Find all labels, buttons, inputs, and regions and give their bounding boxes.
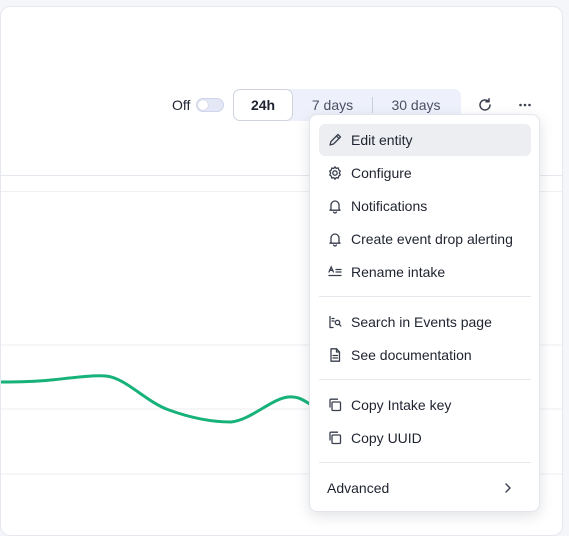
menu-item-notifications[interactable]: Notifications xyxy=(319,190,531,222)
auto-refresh-toggle[interactable] xyxy=(196,98,225,112)
menu-item-copy-uuid[interactable]: Copy UUID xyxy=(319,422,531,454)
search-list-icon xyxy=(327,314,343,330)
bell-icon xyxy=(327,231,343,247)
copy-icon xyxy=(327,397,343,413)
rename-icon xyxy=(327,264,343,280)
chevron-right-icon xyxy=(501,480,515,501)
pencil-icon xyxy=(327,132,343,148)
menu-item-edit-entity[interactable]: Edit entity xyxy=(319,124,531,156)
range-24h-button[interactable]: 24h xyxy=(233,89,293,121)
menu-item-create-event-drop-alerting[interactable]: Create event drop alerting xyxy=(319,223,531,255)
menu-item-label: Copy UUID xyxy=(351,430,422,446)
menu-separator xyxy=(319,379,531,380)
auto-refresh-toggle-group: Off xyxy=(172,97,225,113)
menu-item-label: Copy Intake key xyxy=(351,397,452,413)
menu-separator xyxy=(319,296,531,297)
menu-item-copy-intake-key[interactable]: Copy Intake key xyxy=(319,389,531,421)
menu-item-search-in-events-page[interactable]: Search in Events page xyxy=(319,306,531,338)
menu-item-rename-intake[interactable]: Rename intake xyxy=(319,256,531,288)
toggle-label: Off xyxy=(172,97,191,113)
menu-item-label: Configure xyxy=(351,165,412,181)
menu-item-label: Rename intake xyxy=(351,264,446,280)
menu-item-see-documentation[interactable]: See documentation xyxy=(319,339,531,371)
more-horizontal-icon xyxy=(519,103,531,107)
entity-actions-menu: Edit entity Configure Notifications Crea… xyxy=(309,114,540,512)
series-line xyxy=(1,374,315,424)
gear-icon xyxy=(327,165,343,181)
document-icon xyxy=(327,347,343,363)
menu-item-advanced[interactable]: Advanced xyxy=(319,472,531,504)
menu-item-label: Create event drop alerting xyxy=(351,231,513,247)
menu-item-configure[interactable]: Configure xyxy=(319,157,531,189)
menu-item-label: Advanced xyxy=(327,480,390,496)
menu-item-label: See documentation xyxy=(351,347,472,363)
menu-item-label: Notifications xyxy=(351,198,428,214)
menu-item-label: Edit entity xyxy=(351,132,413,148)
menu-separator xyxy=(319,462,531,463)
toggle-knob xyxy=(198,100,209,110)
bell-icon xyxy=(327,198,343,214)
refresh-button[interactable] xyxy=(475,95,495,115)
more-options-button[interactable] xyxy=(515,95,535,115)
copy-icon xyxy=(327,430,343,446)
refresh-icon xyxy=(479,98,491,111)
menu-item-label: Search in Events page xyxy=(351,314,492,330)
